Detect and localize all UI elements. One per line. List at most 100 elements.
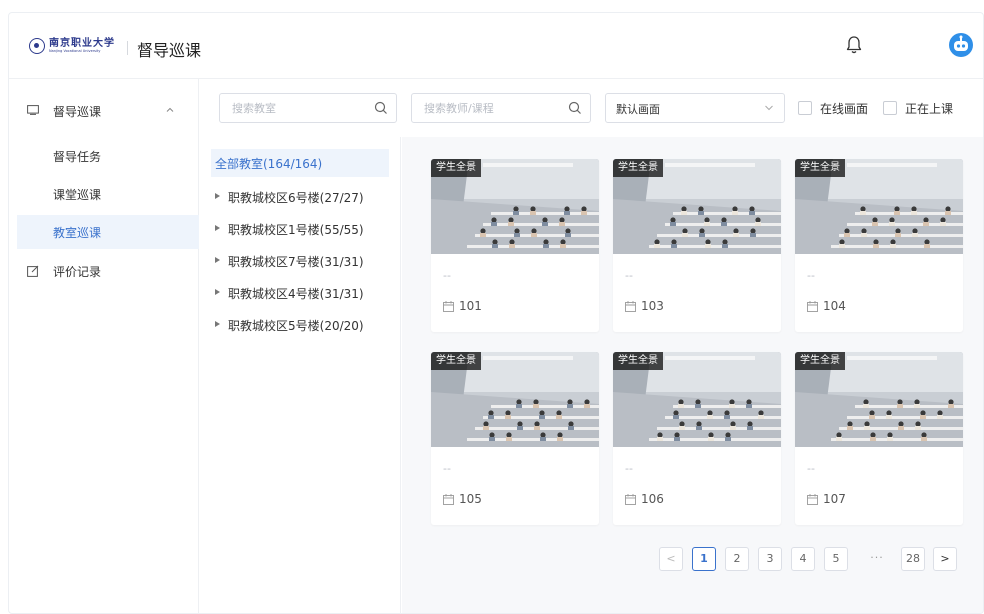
card-room: 101 xyxy=(443,299,482,313)
classroom-card[interactable]: 学生全景 -- 107 xyxy=(795,352,963,525)
robot-avatar[interactable] xyxy=(949,33,973,57)
calendar-icon xyxy=(625,300,636,312)
sidebar-item-label: 课堂巡课 xyxy=(53,188,102,202)
camera-badge: 学生全景 xyxy=(613,159,663,177)
sidebar-item-class-patrol[interactable]: 课堂巡课 xyxy=(17,177,199,211)
tree-node[interactable]: 职教城校区1号楼(55/55) xyxy=(211,217,389,241)
checkbox-label: 正在上课 xyxy=(905,101,954,116)
search-teacher-box[interactable] xyxy=(411,93,591,123)
checkbox-box[interactable] xyxy=(883,101,897,115)
card-teacher: -- xyxy=(625,462,633,475)
card-room: 104 xyxy=(807,299,846,313)
page-button-1[interactable]: 1 xyxy=(692,547,716,571)
menu-eval-label: 评价记录 xyxy=(53,265,102,279)
room-number: 101 xyxy=(459,299,482,313)
edit-icon xyxy=(27,265,39,277)
search-icon[interactable] xyxy=(374,101,388,115)
tree-node-label: 职教城校区1号楼(55/55) xyxy=(228,223,364,237)
room-number: 104 xyxy=(823,299,846,313)
card-room: 105 xyxy=(443,492,482,506)
camera-badge: 学生全景 xyxy=(795,352,845,370)
caret-right-icon[interactable] xyxy=(215,257,220,263)
checkbox-box[interactable] xyxy=(798,101,812,115)
prev-page-button[interactable]: < xyxy=(659,547,683,571)
caret-right-icon[interactable] xyxy=(215,321,220,327)
tree-node[interactable]: 职教城校区7号楼(31/31) xyxy=(211,249,389,273)
tree-node[interactable]: 职教城校区6号楼(27/27) xyxy=(211,185,389,209)
calendar-icon xyxy=(443,493,454,505)
tree-node-label: 职教城校区5号楼(20/20) xyxy=(228,319,364,333)
page-button-3[interactable]: 3 xyxy=(758,547,782,571)
tree-node-label: 职教城校区4号楼(31/31) xyxy=(228,287,364,301)
camera-badge: 学生全景 xyxy=(431,352,481,370)
calendar-icon xyxy=(807,300,818,312)
view-select[interactable]: 默认画面 xyxy=(605,93,785,123)
room-number: 103 xyxy=(641,299,664,313)
classroom-card[interactable]: 学生全景 -- 104 xyxy=(795,159,963,332)
caret-right-icon[interactable] xyxy=(215,289,220,295)
in-class-checkbox[interactable]: 正在上课 xyxy=(883,100,953,116)
room-number: 106 xyxy=(641,492,664,506)
page-button-4[interactable]: 4 xyxy=(791,547,815,571)
search-teacher-input[interactable] xyxy=(424,100,554,116)
card-room: 107 xyxy=(807,492,846,506)
card-room: 106 xyxy=(625,492,664,506)
sidebar-item-label: 督导任务 xyxy=(53,150,102,164)
menu-eval-records[interactable]: 评价记录 xyxy=(9,259,199,283)
monitor-icon xyxy=(27,105,39,115)
next-page-button[interactable]: > xyxy=(933,547,957,571)
view-select-value: 默认画面 xyxy=(616,103,660,116)
sidebar-item-room-patrol[interactable]: 教室巡课 xyxy=(17,215,199,249)
camera-badge: 学生全景 xyxy=(613,352,663,370)
caret-right-icon[interactable] xyxy=(215,193,220,199)
classroom-card[interactable]: 学生全景 -- 106 xyxy=(613,352,781,525)
checkbox-label: 在线画面 xyxy=(820,101,869,116)
tree-node-label: 职教城校区6号楼(27/27) xyxy=(228,191,364,205)
bell-icon[interactable] xyxy=(845,35,863,55)
page-ellipsis[interactable]: ··· xyxy=(865,547,889,571)
chevron-down-icon xyxy=(765,105,773,111)
tree-node[interactable]: 职教城校区5号楼(20/20) xyxy=(211,313,389,337)
calendar-icon xyxy=(625,493,636,505)
classroom-card[interactable]: 学生全景 -- 101 xyxy=(431,159,599,332)
seal-icon xyxy=(29,38,45,54)
card-teacher: -- xyxy=(443,269,451,282)
calendar-icon xyxy=(443,300,454,312)
logo-chinese: 南京职业大学 xyxy=(49,37,115,49)
search-room-box[interactable] xyxy=(219,93,397,123)
classroom-card[interactable]: 学生全景 -- 105 xyxy=(431,352,599,525)
camera-badge: 学生全景 xyxy=(795,159,845,177)
building-tree: 全部教室(164/164) 职教城校区6号楼(27/27) 职教城校区1号楼(5… xyxy=(201,137,401,613)
tree-node[interactable]: 职教城校区4号楼(31/31) xyxy=(211,281,389,305)
room-number: 107 xyxy=(823,492,846,506)
page-button-last[interactable]: 28 xyxy=(901,547,925,571)
camera-badge: 学生全景 xyxy=(431,159,481,177)
calendar-icon xyxy=(807,493,818,505)
logo-english: Nanjing Vocational University xyxy=(49,48,101,53)
card-teacher: -- xyxy=(807,462,815,475)
university-logo: 南京职业大学 Nanjing Vocational University xyxy=(29,38,115,54)
tree-root-all-rooms[interactable]: 全部教室(164/164) xyxy=(211,149,389,177)
chevron-up-icon[interactable] xyxy=(165,105,175,115)
card-room: 103 xyxy=(625,299,664,313)
sidebar-item-label: 教室巡课 xyxy=(53,226,102,240)
classroom-card[interactable]: 学生全景 -- 103 xyxy=(613,159,781,332)
page-button-5[interactable]: 5 xyxy=(824,547,848,571)
search-icon[interactable] xyxy=(568,101,582,115)
header-divider xyxy=(127,41,128,55)
room-number: 105 xyxy=(459,492,482,506)
search-room-input[interactable] xyxy=(232,100,362,116)
online-view-checkbox[interactable]: 在线画面 xyxy=(798,100,868,116)
app-title: 督导巡课 xyxy=(137,41,202,60)
top-header: 南京职业大学 Nanjing Vocational University 督导巡… xyxy=(9,13,983,79)
page-button-2[interactable]: 2 xyxy=(725,547,749,571)
tree-node-label: 职教城校区7号楼(31/31) xyxy=(228,255,364,269)
robot-face-icon xyxy=(954,35,968,51)
menu-group-inspection[interactable]: 督导巡课 xyxy=(9,99,199,123)
card-teacher: -- xyxy=(443,462,451,475)
caret-right-icon[interactable] xyxy=(215,225,220,231)
menu-group-label: 督导巡课 xyxy=(53,105,102,119)
sidebar: 督导巡课 督导任务 课堂巡课 教室巡课 评价记录 xyxy=(9,79,199,613)
app-window: 南京职业大学 Nanjing Vocational University 督导巡… xyxy=(8,12,984,614)
sidebar-item-tasks[interactable]: 督导任务 xyxy=(17,139,199,173)
